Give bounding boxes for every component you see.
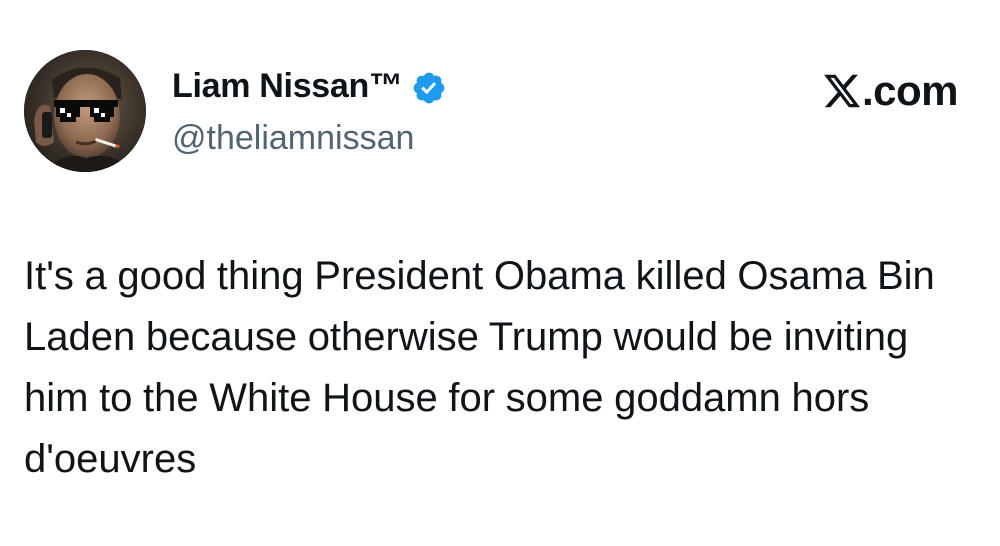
brand-label: .com — [822, 67, 959, 114]
sunglasses-portrait-icon — [24, 50, 146, 172]
verified-badge-icon — [411, 70, 447, 106]
brand-domain-text: .com — [861, 67, 959, 114]
author-handle[interactable]: @theliamnissan — [172, 119, 414, 158]
avatar[interactable] — [24, 50, 146, 172]
author-display-name[interactable]: Liam Nissan™ — [172, 67, 403, 106]
author-name-row: Liam Nissan™ — [172, 64, 447, 108]
tweet-text: It's a good thing President Obama killed… — [24, 254, 935, 481]
x-logo-icon — [822, 71, 862, 111]
tweet-card: Liam Nissan™ @theliamnissan .com It's a … — [0, 0, 1000, 546]
